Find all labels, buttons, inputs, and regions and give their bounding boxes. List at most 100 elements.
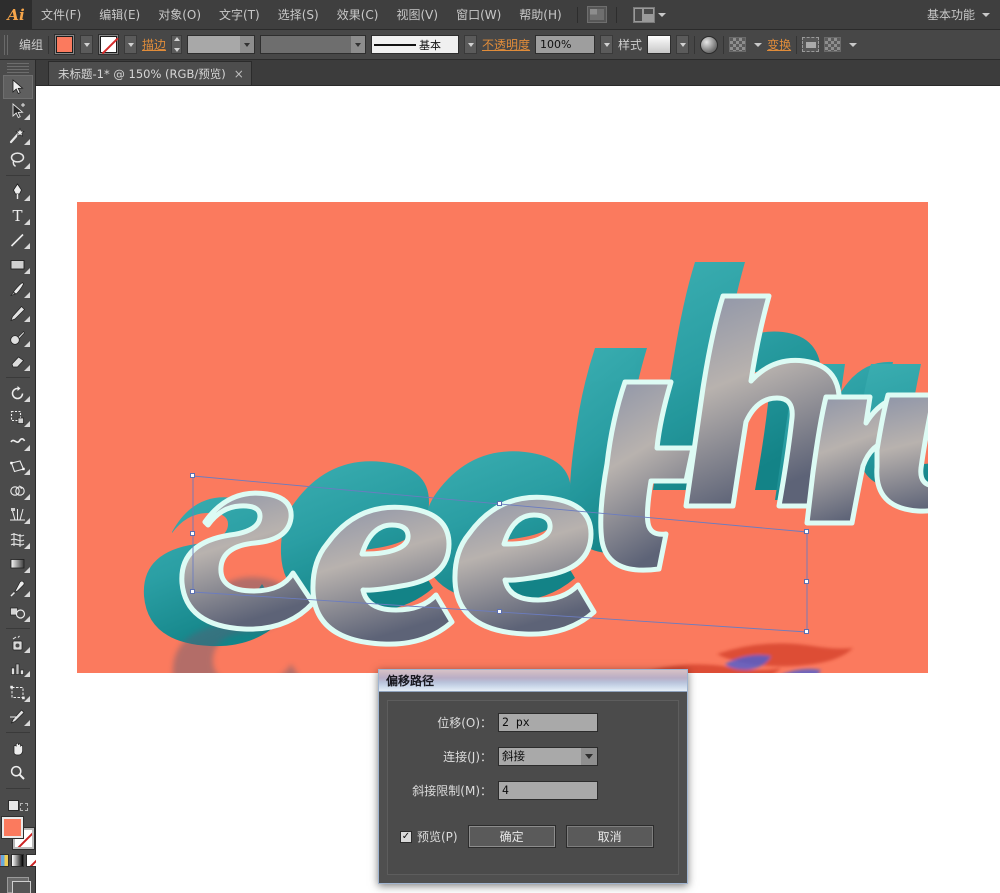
offset-path-dialog[interactable]: 偏移路径 位移(O)： 2 px 连接(J)： 斜接 斜接限制(M)： 4 ✓ bbox=[378, 669, 688, 884]
lasso-tool[interactable] bbox=[3, 148, 33, 172]
miter-limit-input[interactable]: 4 bbox=[498, 780, 598, 800]
arrange-documents-icon[interactable] bbox=[632, 6, 655, 23]
free-transform-tool[interactable] bbox=[3, 454, 33, 478]
brush-stroke-icon bbox=[374, 43, 417, 46]
opacity-label[interactable]: 不透明度 bbox=[482, 36, 530, 53]
graphic-style-icon[interactable] bbox=[647, 35, 672, 54]
options-divider-2 bbox=[694, 35, 696, 54]
chevron-down-icon[interactable] bbox=[240, 36, 255, 53]
rotate-tool[interactable] bbox=[3, 381, 33, 405]
fill-dropdown-icon[interactable] bbox=[80, 35, 94, 54]
pencil-tool[interactable] bbox=[3, 301, 33, 325]
ok-button[interactable]: 确定 bbox=[467, 825, 556, 848]
symbol-sprayer-tool[interactable] bbox=[3, 632, 33, 656]
pen-tool[interactable] bbox=[3, 179, 33, 203]
fill-color-icon[interactable] bbox=[0, 816, 24, 840]
opacity-value-field[interactable]: 100% bbox=[535, 35, 596, 54]
brush-definition-combo[interactable]: 基本 bbox=[371, 35, 460, 54]
tool-divider-4 bbox=[5, 731, 30, 733]
style-dropdown-icon[interactable] bbox=[676, 35, 690, 54]
column-graph-tool[interactable] bbox=[3, 656, 33, 680]
stroke-dropdown-icon[interactable] bbox=[124, 35, 138, 54]
screen-mode-icon[interactable] bbox=[6, 877, 31, 893]
bridge-icon[interactable] bbox=[586, 6, 607, 23]
eraser-tool[interactable] bbox=[3, 350, 33, 374]
perspective-grid-tool[interactable] bbox=[3, 503, 33, 527]
shape-builder-tool[interactable] bbox=[3, 478, 33, 502]
document-tab[interactable]: 未标题-1* @ 150% (RGB/预览) × bbox=[48, 61, 252, 85]
dialog-footer: ✓ 预览(P) 确定 取消 bbox=[400, 825, 666, 848]
color-mode-icon[interactable] bbox=[0, 854, 9, 868]
paintbrush-tool[interactable] bbox=[3, 277, 33, 301]
stroke-color-control[interactable] bbox=[98, 34, 120, 55]
tools-panel: T bbox=[0, 60, 39, 893]
menu-type[interactable]: 文字(T) bbox=[210, 0, 269, 30]
chevron-down-icon[interactable] bbox=[351, 36, 366, 53]
menu-view[interactable]: 视图(V) bbox=[387, 0, 447, 30]
blend-tool[interactable] bbox=[3, 600, 33, 624]
direct-selection-tool[interactable] bbox=[3, 99, 33, 123]
shape-builder-icon[interactable] bbox=[824, 37, 842, 52]
menu-edit[interactable]: 编辑(E) bbox=[90, 0, 149, 30]
chevron-down-icon[interactable] bbox=[849, 42, 858, 47]
gradient-tool[interactable] bbox=[3, 552, 33, 576]
gradient-mode-icon[interactable] bbox=[11, 854, 24, 868]
mesh-tool[interactable] bbox=[3, 527, 33, 551]
eyedropper-tool[interactable] bbox=[3, 576, 33, 600]
stroke-weight-stepper-icon[interactable] bbox=[171, 35, 183, 54]
artboard[interactable] bbox=[77, 202, 928, 673]
fill-color-control[interactable] bbox=[54, 34, 76, 55]
tool-divider-2 bbox=[5, 377, 30, 378]
opacity-mask-icon[interactable] bbox=[729, 37, 747, 52]
fill-stroke-indicator[interactable] bbox=[0, 816, 35, 851]
stroke-weight-label[interactable]: 描边 bbox=[142, 36, 166, 53]
document-tab-bar: 未标题-1* @ 150% (RGB/预览) × bbox=[36, 60, 1000, 86]
scale-tool[interactable] bbox=[3, 405, 33, 429]
line-segment-tool[interactable] bbox=[3, 228, 33, 252]
preview-checkbox-group[interactable]: ✓ 预览(P) bbox=[400, 828, 458, 845]
type-tool[interactable]: T bbox=[3, 204, 33, 228]
menu-help[interactable]: 帮助(H) bbox=[510, 0, 570, 30]
hand-tool[interactable] bbox=[3, 736, 33, 760]
document-tab-title: 未标题-1* @ 150% (RGB/预览) bbox=[58, 66, 226, 81]
transform-label[interactable]: 变换 bbox=[767, 36, 791, 53]
isolate-icon[interactable] bbox=[802, 37, 820, 52]
brush-name-label: 基本 bbox=[419, 38, 442, 52]
menu-object[interactable]: 对象(O) bbox=[149, 0, 210, 30]
selection-tool[interactable] bbox=[2, 74, 33, 100]
slice-tool[interactable] bbox=[3, 705, 33, 729]
blob-brush-tool[interactable] bbox=[3, 325, 33, 349]
workspace-chevron-down-icon[interactable] bbox=[982, 12, 990, 17]
selection-type-label: 编组 bbox=[19, 38, 44, 52]
fill-swatch-icon[interactable] bbox=[56, 36, 74, 53]
menu-effect[interactable]: 效果(C) bbox=[328, 0, 388, 30]
menu-file[interactable]: 文件(F) bbox=[32, 0, 90, 30]
stroke-weight-combo[interactable] bbox=[187, 35, 256, 54]
close-icon[interactable]: × bbox=[234, 67, 244, 81]
cancel-button[interactable]: 取消 bbox=[565, 825, 654, 848]
drawing-mode-icon[interactable] bbox=[7, 799, 28, 814]
stroke-profile-combo[interactable] bbox=[260, 35, 367, 54]
chevron-down-icon[interactable] bbox=[581, 747, 597, 765]
options-bar-grip[interactable] bbox=[4, 34, 10, 55]
tool-divider-5 bbox=[5, 787, 30, 789]
menu-window[interactable]: 窗口(W) bbox=[447, 0, 510, 30]
brush-dropdown-icon[interactable] bbox=[464, 35, 478, 54]
chevron-down-icon[interactable] bbox=[657, 12, 666, 17]
magic-wand-tool[interactable] bbox=[3, 123, 33, 147]
workspace-switcher[interactable]: 基本功能 bbox=[927, 6, 979, 23]
preview-checkbox[interactable]: ✓ bbox=[400, 830, 412, 843]
rectangle-tool[interactable] bbox=[3, 252, 33, 276]
recolor-artwork-icon[interactable] bbox=[700, 35, 719, 54]
zoom-tool[interactable] bbox=[3, 760, 33, 784]
menu-select[interactable]: 选择(S) bbox=[269, 0, 328, 30]
opacity-dropdown-icon[interactable] bbox=[600, 35, 614, 54]
join-select[interactable]: 斜接 bbox=[498, 746, 598, 766]
chevron-down-icon[interactable] bbox=[754, 42, 763, 47]
illustrator-window: Ai 文件(F) 编辑(E) 对象(O) 文字(T) 选择(S) 效果(C) 视… bbox=[0, 0, 1000, 893]
width-tool[interactable] bbox=[3, 430, 33, 454]
artboard-tool[interactable] bbox=[3, 680, 33, 704]
tools-panel-grip[interactable] bbox=[6, 63, 29, 73]
stroke-swatch-icon[interactable] bbox=[100, 36, 118, 53]
offset-input[interactable]: 2 px bbox=[498, 712, 598, 732]
